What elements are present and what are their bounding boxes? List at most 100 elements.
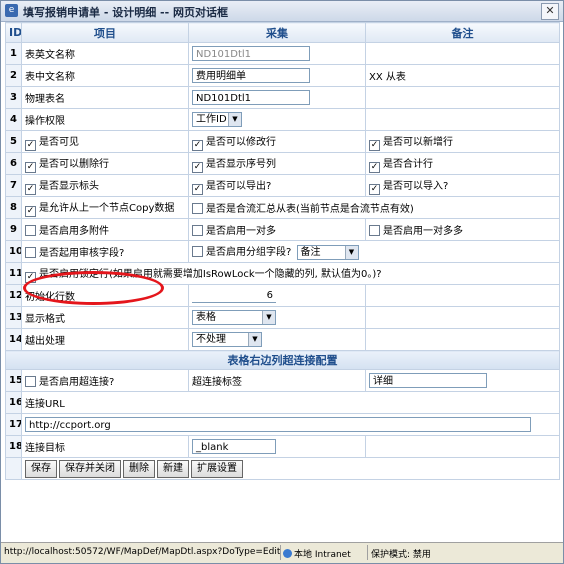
import-checkbox[interactable]: ✓ xyxy=(369,183,380,195)
table-row: 16 连接URL xyxy=(5,391,560,414)
row-id: 10 xyxy=(5,240,22,263)
detail-config-table: ID 项目 采集 备注 1 表英文名称 ND101Dtl1 2 表中文名称 费用… xyxy=(5,22,560,480)
protected-mode: 保护模式: 禁用 xyxy=(371,550,431,560)
hyperlink-label-input[interactable]: 详细 xyxy=(369,373,487,388)
checkbox-label: 是否可以删除行 xyxy=(39,158,109,170)
row-id: 13 xyxy=(5,306,22,329)
table-row: 1 表英文名称 ND101Dtl1 xyxy=(5,42,560,65)
merge-summary-checkbox[interactable] xyxy=(192,203,203,214)
close-button[interactable]: ✕ xyxy=(541,3,559,20)
checkbox-label: 是否可以导出? xyxy=(206,180,272,192)
row-label: 操作权限 xyxy=(21,108,189,131)
overflow-select-value: 不处理 xyxy=(196,334,226,345)
delete-button[interactable]: 删除 xyxy=(123,459,155,478)
one-to-many-many-checkbox[interactable] xyxy=(369,225,380,236)
editable-row-checkbox[interactable]: ✓ xyxy=(192,139,203,151)
init-row-count-input[interactable]: 6 xyxy=(192,288,276,303)
checkbox-label: 是否启用分组字段? xyxy=(206,247,292,259)
row-id: 18 xyxy=(5,435,22,458)
globe-icon xyxy=(283,549,292,558)
display-format-select-value: 表格 xyxy=(196,312,216,323)
new-button[interactable]: 新建 xyxy=(157,459,189,478)
section-row: 表格右边列超连接配置 xyxy=(5,350,560,370)
en-name-input[interactable]: ND101Dtl1 xyxy=(192,46,310,61)
table-row: 13 显示格式 表格 ▼ xyxy=(5,306,560,329)
window-title: 填写报销申请单 - 设计明细 -- 网页对话框 xyxy=(23,6,229,19)
row-id: 5 xyxy=(5,130,22,153)
row-id: 16 xyxy=(5,391,22,414)
delete-row-checkbox[interactable]: ✓ xyxy=(25,161,36,173)
checkbox-label: 是否启用一对多多 xyxy=(383,226,463,237)
copy-from-prev-node-checkbox[interactable]: ✓ xyxy=(25,205,36,217)
target-input[interactable]: _blank xyxy=(192,439,276,454)
header-id: ID xyxy=(5,22,22,43)
chevron-down-icon: ▼ xyxy=(344,245,358,259)
row-id: 12 xyxy=(5,284,22,307)
add-row-checkbox[interactable]: ✓ xyxy=(369,139,380,151)
table-row: 18 连接目标 _blank xyxy=(5,435,560,458)
show-header-checkbox[interactable]: ✓ xyxy=(25,183,36,195)
one-to-many-checkbox[interactable] xyxy=(192,225,203,236)
permission-select[interactable]: 工作ID ▼ xyxy=(192,112,242,127)
row-label: 连接目标 xyxy=(21,435,189,458)
row-label: 显示格式 xyxy=(21,306,189,329)
overflow-select[interactable]: 不处理 ▼ xyxy=(192,332,262,347)
row-label: 表英文名称 xyxy=(21,42,189,65)
row-label: 超连接标签 xyxy=(188,369,366,392)
row-id: 17 xyxy=(5,413,22,436)
title-bar: e 填写报销申请单 - 设计明细 -- 网页对话框 ✕ xyxy=(1,1,563,22)
extension-settings-button[interactable]: 扩展设置 xyxy=(191,459,243,478)
table-row: 3 物理表名 ND101Dtl1 xyxy=(5,86,560,109)
header-row: ID 项目 采集 备注 xyxy=(5,22,560,43)
permission-select-value: 工作ID xyxy=(196,114,227,125)
multi-attachment-checkbox[interactable] xyxy=(25,225,36,236)
save-close-button[interactable]: 保存并关闭 xyxy=(59,459,121,478)
table-row: 2 表中文名称 费用明细单 XX 从表 xyxy=(5,64,560,87)
group-field-checkbox[interactable] xyxy=(192,246,203,258)
visible-checkbox[interactable]: ✓ xyxy=(25,139,36,151)
security-zone: 本地 Intranet xyxy=(294,550,351,560)
group-field-select-value: 备注 xyxy=(300,246,321,258)
row-label: 初始化行数 xyxy=(21,284,189,307)
chevron-down-icon: ▼ xyxy=(262,311,275,324)
row-id: 9 xyxy=(5,218,22,241)
export-checkbox[interactable]: ✓ xyxy=(192,183,203,195)
row-label: 越出处理 xyxy=(21,328,189,351)
table-row: 10 是否起用审核字段? 是否启用分组字段? 备注 ▼ xyxy=(5,240,560,263)
row-id: 7 xyxy=(5,174,22,197)
group-field-select[interactable]: 备注 ▼ xyxy=(296,244,359,260)
physical-table-input[interactable]: ND101Dtl1 xyxy=(192,90,310,105)
row-id: 1 xyxy=(5,42,22,65)
checkbox-label: 是否启用多附件 xyxy=(39,226,109,237)
checkbox-label: 是否可见 xyxy=(39,136,79,148)
status-url: http://localhost:50572/WF/MapDef/MapDtl.… xyxy=(4,547,280,557)
show-index-checkbox[interactable]: ✓ xyxy=(192,161,203,173)
checkbox-label: 是否可以新增行 xyxy=(383,136,453,148)
row-label: 表中文名称 xyxy=(21,64,189,87)
display-format-select[interactable]: 表格 ▼ xyxy=(192,310,276,325)
total-row-checkbox[interactable]: ✓ xyxy=(369,161,380,173)
table-row: 15 是否启用超连接? 超连接标签 详细 xyxy=(5,369,560,392)
url-input[interactable]: http://ccport.org xyxy=(25,417,531,432)
checkbox-label: 是否合计行 xyxy=(383,158,433,170)
ie-app-icon: e xyxy=(5,4,18,17)
header-item: 项目 xyxy=(21,22,189,43)
row-id: 6 xyxy=(5,152,22,175)
header-collect: 采集 xyxy=(188,22,366,43)
checkbox-label: 是否起用审核字段? xyxy=(39,248,125,259)
checkbox-label: 是否显示标头 xyxy=(39,180,99,192)
table-row: 4 操作权限 工作ID ▼ xyxy=(5,108,560,131)
audit-field-checkbox[interactable] xyxy=(25,247,36,258)
lock-row-checkbox[interactable]: ✓ xyxy=(25,271,36,283)
button-row: 保存 保存并关闭 删除 新建 扩展设置 xyxy=(5,457,560,480)
cn-name-input[interactable]: 费用明细单 xyxy=(192,68,310,83)
checkbox-label: 是否是合流汇总从表(当前节点是合流节点有效) xyxy=(206,204,414,215)
row-id: 3 xyxy=(5,86,22,109)
table-row: 8 ✓ 是允许从上一个节点Copy数据 是否是合流汇总从表(当前节点是合流节点有效… xyxy=(5,196,560,219)
checkbox-label: 是允许从上一个节点Copy数据 xyxy=(39,202,175,214)
chevron-down-icon: ▼ xyxy=(248,333,261,346)
enable-hyperlink-checkbox[interactable] xyxy=(25,376,36,387)
chevron-down-icon: ▼ xyxy=(228,113,241,126)
row-id: 8 xyxy=(5,196,22,219)
save-button[interactable]: 保存 xyxy=(25,459,57,478)
